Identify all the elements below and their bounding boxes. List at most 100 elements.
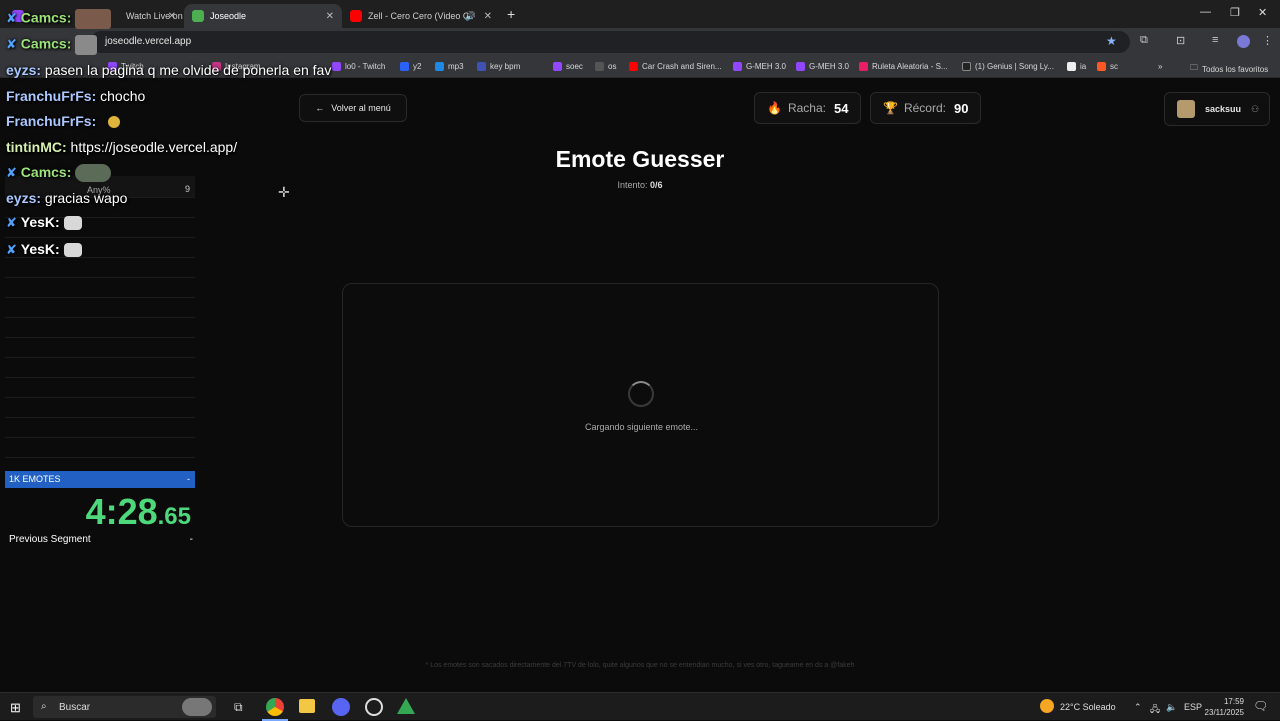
mod-badge-icon: ✘ — [6, 215, 17, 230]
task-view-icon[interactable]: ⧉ — [234, 700, 243, 715]
chrome-icon[interactable] — [266, 698, 284, 716]
bookmark-item[interactable]: (1) Genius | Song Ly... — [962, 62, 1054, 71]
emoji-icon — [108, 116, 121, 129]
attempts-indicator: Intento: 0/6 — [540, 180, 740, 190]
bookmark-item[interactable]: ia — [1067, 62, 1086, 71]
bookmark-item[interactable]: Car Crash and Siren... — [629, 62, 722, 71]
chat-message: ✘ Camcs: — [6, 9, 112, 29]
search-highlight-icon — [182, 698, 212, 716]
cast-icon[interactable]: ⊡ — [1176, 34, 1185, 47]
streak-value: 54 — [833, 100, 849, 116]
extensions-icon[interactable]: ⧉ — [1140, 34, 1148, 47]
windows-taskbar: ⊞ ⌕ Buscar ⧉ 22°C Soleado ⌃ 🖧 🔈 ESP 17:5… — [0, 692, 1280, 721]
network-icon[interactable]: 🖧 — [1150, 702, 1160, 718]
chat-message: ✘ Camcs: — [6, 164, 112, 183]
page-title: Emote Guesser — [555, 146, 725, 172]
timer-ms: .65 — [157, 503, 191, 530]
weather-temp: 22°C — [1060, 702, 1081, 712]
clock-date: 23/11/2025 — [1204, 708, 1244, 717]
discord-icon[interactable] — [332, 698, 350, 716]
clock-time: 17:59 — [1223, 697, 1244, 706]
loading-text: Cargando siguiente emote... — [584, 422, 699, 432]
bookmark-item[interactable]: Ruleta Aleatoria - S... — [859, 62, 948, 71]
user-profile-button[interactable]: sacksuu ⚇ — [1164, 92, 1270, 126]
trophy-icon: 🏆 — [883, 101, 898, 115]
run-timer: 4:28.65 — [5, 491, 191, 533]
weather-widget[interactable]: 22°C Soleado — [1060, 702, 1116, 712]
search-icon: ⌕ — [41, 701, 47, 712]
notifications-icon[interactable]: 🗨 — [1253, 699, 1268, 713]
mod-badge-icon: ✘ — [6, 10, 17, 26]
minimize-icon[interactable]: — — [1200, 6, 1211, 18]
all-bookmarks-folder[interactable]: 🗀 Todos los favoritos — [1190, 62, 1268, 76]
speaker-icon[interactable]: 🔊 — [465, 11, 476, 22]
volume-icon[interactable]: 🔈 — [1166, 702, 1177, 713]
new-tab-button[interactable]: + — [507, 6, 515, 22]
emote-icon — [63, 243, 82, 258]
bookmark-item[interactable]: mp3 — [435, 62, 464, 71]
loading-spinner-icon — [628, 381, 654, 407]
profile-avatar[interactable] — [1237, 35, 1250, 48]
file-explorer-icon[interactable] — [299, 699, 315, 713]
stream-chat-overlay: ✘ Camcs: ✘ Camcs: eyzs: pasen la pagina … — [0, 0, 360, 270]
timer-main: 4:28 — [85, 491, 158, 532]
segment-delta: - — [187, 474, 190, 484]
previous-segment-label: Previous Segment — [9, 534, 91, 545]
weather-sun-icon — [1040, 699, 1054, 713]
avatar — [1177, 100, 1195, 118]
username: sacksuu — [1205, 104, 1242, 114]
chevron-up-icon[interactable]: ⌃ — [1134, 702, 1142, 713]
bookmark-item[interactable]: key bpm — [477, 62, 520, 71]
emote-icon — [75, 35, 98, 55]
chat-message: eyzs: gracias wapo — [6, 190, 128, 206]
bookmark-star-icon[interactable]: ★ — [1106, 34, 1117, 48]
bookmark-item[interactable]: os — [595, 62, 616, 71]
mod-badge-icon: ✘ — [6, 242, 17, 257]
previous-segment-row: Previous Segment - — [9, 534, 195, 545]
taskbar-search[interactable]: ⌕ Buscar — [33, 696, 216, 718]
flame-icon: 🔥 — [767, 101, 782, 115]
record-label: Récord: — [903, 101, 946, 115]
menu-icon[interactable]: ⋮ — [1262, 34, 1273, 47]
streak-label: Racha: — [787, 101, 826, 115]
chat-message: tintinMC: https://joseodle.vercel.app/ — [6, 139, 238, 155]
mod-badge-icon: ✘ — [6, 36, 17, 52]
emote-card: Cargando siguiente emote... — [342, 283, 939, 527]
chat-message: ✘ YesK: — [6, 241, 82, 258]
folder-icon: 🗀 — [1190, 63, 1198, 72]
search-label: Buscar — [59, 702, 91, 713]
chat-message: FranchuFrFs: chocho — [6, 88, 146, 104]
emote-icon — [75, 164, 112, 183]
obs-icon[interactable] — [365, 698, 383, 716]
tab-label: Zell - Cero Cero (Video Ofic — [368, 11, 468, 21]
clock[interactable]: 17:59 23/11/2025 — [1204, 696, 1244, 718]
more-bookmarks-icon[interactable]: » — [1158, 62, 1162, 71]
chat-message: ✘ YesK: — [6, 214, 82, 231]
current-segment: 1K EMOTES - — [5, 471, 195, 488]
tab-youtube[interactable]: Zell - Cero Cero (Video Ofic 🔊 ✕ — [342, 4, 500, 28]
drive-icon[interactable] — [397, 698, 415, 714]
restore-icon[interactable]: ❐ — [1230, 6, 1240, 19]
user-icon: ⚇ — [1251, 103, 1260, 114]
streak-counter: 🔥 Racha: 54 — [754, 92, 862, 124]
attempts-label: Intento: — [617, 180, 648, 190]
bookmark-item[interactable]: sc — [1097, 62, 1118, 71]
attempts-value: 0/6 — [650, 180, 663, 190]
chat-message: ✘ Camcs: — [6, 35, 98, 55]
record-counter: 🏆 Récord: 90 — [870, 92, 982, 124]
close-icon[interactable]: ✕ — [484, 11, 492, 22]
segment-name: 1K EMOTES — [9, 474, 61, 484]
bookmark-item[interactable]: y2 — [400, 62, 421, 71]
bookmark-item[interactable]: soec — [553, 62, 583, 71]
media-icon[interactable]: ≡ — [1212, 34, 1218, 46]
emote-icon — [63, 216, 82, 231]
bookmark-item[interactable]: G-MEH 3.0 — [796, 62, 849, 71]
record-value: 90 — [953, 100, 969, 116]
emote-icon — [75, 9, 112, 29]
weather-desc: Soleado — [1082, 702, 1116, 712]
close-window-icon[interactable]: ✕ — [1258, 6, 1267, 19]
windows-start-icon[interactable]: ⊞ — [10, 700, 21, 716]
chat-message: FranchuFrFs: — [6, 113, 121, 129]
bookmark-item[interactable]: G-MEH 3.0 — [733, 62, 786, 71]
language-indicator[interactable]: ESP — [1184, 702, 1202, 712]
